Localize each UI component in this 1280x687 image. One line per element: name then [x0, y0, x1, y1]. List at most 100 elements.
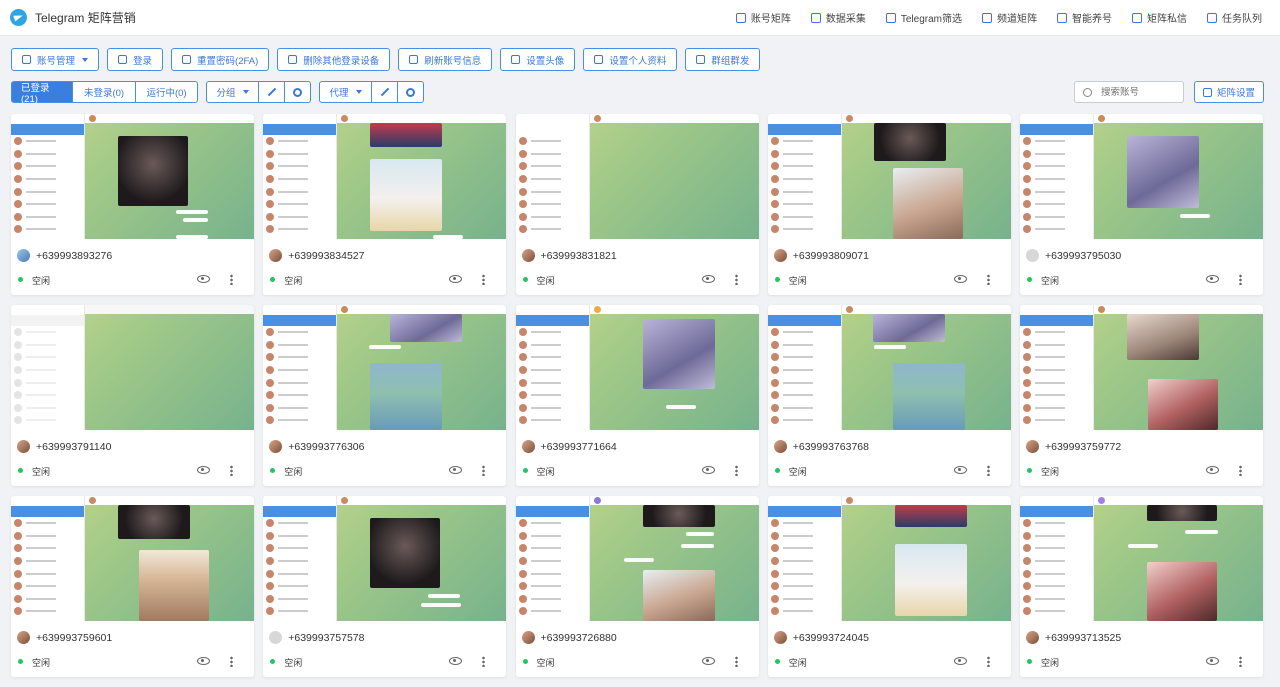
- more-icon[interactable]: [230, 465, 233, 476]
- screen-preview[interactable]: [11, 496, 254, 621]
- screen-preview[interactable]: [516, 114, 759, 239]
- account-card[interactable]: +639993724045 空闲: [768, 496, 1011, 677]
- status-dot: [1027, 659, 1032, 664]
- more-icon[interactable]: [1239, 465, 1242, 476]
- screen-preview[interactable]: [516, 305, 759, 430]
- account-card[interactable]: +639993893276 空闲: [11, 114, 254, 295]
- eye-icon[interactable]: [954, 275, 967, 283]
- avatar: [522, 249, 535, 262]
- refresh-info-button[interactable]: 刷新账号信息: [398, 48, 492, 71]
- screen-preview[interactable]: [1020, 305, 1263, 430]
- screen-preview[interactable]: [11, 114, 254, 239]
- more-icon[interactable]: [482, 274, 485, 285]
- nav-smart-nurture[interactable]: 智能养号: [1047, 0, 1122, 36]
- eye-icon[interactable]: [702, 657, 715, 665]
- screen-preview[interactable]: [516, 496, 759, 621]
- nav-data-collection[interactable]: 数据采集: [801, 0, 876, 36]
- set-profile-button[interactable]: 设置个人资料: [583, 48, 677, 71]
- top-bar: Telegram 矩阵营销 账号矩阵 数据采集 Telegram筛选 频道矩阵 …: [0, 0, 1280, 36]
- nav-telegram-filter[interactable]: Telegram筛选: [876, 0, 972, 36]
- screen-preview[interactable]: [768, 305, 1011, 430]
- screen-preview[interactable]: [768, 496, 1011, 621]
- eye-icon[interactable]: [954, 466, 967, 474]
- group-select[interactable]: 分组: [206, 81, 259, 103]
- eye-icon[interactable]: [1206, 466, 1219, 474]
- account-card[interactable]: +639993713525 空闲: [1020, 496, 1263, 677]
- account-card[interactable]: +639993809071 空闲: [768, 114, 1011, 295]
- account-info: +639993776306 空闲: [263, 430, 506, 486]
- proxy-edit-button[interactable]: [371, 81, 398, 103]
- reset-2fa-button[interactable]: 重置密码(2FA): [171, 48, 269, 71]
- tab-not-logged-in[interactable]: 未登录(0): [72, 81, 136, 103]
- eye-icon[interactable]: [197, 657, 210, 665]
- account-card[interactable]: +639993834527 空闲: [263, 114, 506, 295]
- login-button[interactable]: 登录: [107, 48, 163, 71]
- status-label: 空闲: [1041, 465, 1059, 478]
- eye-icon[interactable]: [1206, 275, 1219, 283]
- proxy-select[interactable]: 代理: [319, 81, 372, 103]
- eye-icon[interactable]: [1206, 657, 1219, 665]
- eye-icon[interactable]: [449, 275, 462, 283]
- account-card[interactable]: +639993776306 空闲: [263, 305, 506, 486]
- screen-preview[interactable]: [263, 305, 506, 430]
- screen-preview[interactable]: [11, 305, 254, 430]
- more-icon[interactable]: [482, 656, 485, 667]
- nav-matrix-message[interactable]: 矩阵私信: [1122, 0, 1197, 36]
- account-card[interactable]: +639993831821 空闲: [516, 114, 759, 295]
- more-icon[interactable]: [1239, 656, 1242, 667]
- matrix-settings-button[interactable]: 矩阵设置: [1194, 81, 1264, 103]
- more-icon[interactable]: [230, 274, 233, 285]
- phone-number: +639993795030: [1045, 250, 1121, 262]
- more-icon[interactable]: [482, 465, 485, 476]
- tab-running[interactable]: 运行中(0): [135, 81, 198, 103]
- eye-icon[interactable]: [449, 657, 462, 665]
- status-label: 空闲: [1041, 274, 1059, 287]
- status-dot: [1027, 277, 1032, 282]
- account-card[interactable]: +639993763768 空闲: [768, 305, 1011, 486]
- shield-icon: [182, 55, 191, 64]
- set-avatar-button[interactable]: 设置头像: [500, 48, 575, 71]
- more-icon[interactable]: [987, 465, 990, 476]
- eye-icon[interactable]: [449, 466, 462, 474]
- eye-icon[interactable]: [197, 466, 210, 474]
- proxy-settings-button[interactable]: [397, 81, 424, 103]
- more-icon[interactable]: [735, 465, 738, 476]
- button-label: 删除其他登录设备: [303, 53, 379, 67]
- account-card[interactable]: +639993759601 空闲: [11, 496, 254, 677]
- screen-preview[interactable]: [1020, 114, 1263, 239]
- more-icon[interactable]: [230, 656, 233, 667]
- eye-icon[interactable]: [702, 466, 715, 474]
- nav-account-matrix[interactable]: 账号矩阵: [726, 0, 801, 36]
- nav-channel-matrix[interactable]: 频道矩阵: [972, 0, 1047, 36]
- search-input[interactable]: [1101, 87, 1181, 98]
- eye-icon[interactable]: [702, 275, 715, 283]
- nav-task-queue[interactable]: 任务队列: [1197, 0, 1272, 36]
- group-broadcast-button[interactable]: 群组群发: [685, 48, 760, 71]
- nav-label: 任务队列: [1222, 10, 1262, 25]
- screen-preview[interactable]: [768, 114, 1011, 239]
- more-icon[interactable]: [1239, 274, 1242, 285]
- account-card[interactable]: +639993795030 空闲: [1020, 114, 1263, 295]
- screen-preview[interactable]: [263, 114, 506, 239]
- eye-icon[interactable]: [197, 275, 210, 283]
- account-manage-button[interactable]: 账号管理: [11, 48, 99, 71]
- more-icon[interactable]: [735, 274, 738, 285]
- screen-preview[interactable]: [1020, 496, 1263, 621]
- group-edit-button[interactable]: [258, 81, 285, 103]
- more-icon[interactable]: [735, 656, 738, 667]
- group-settings-button[interactable]: [284, 81, 311, 103]
- status-tabs: 已登录(21) 未登录(0) 运行中(0): [11, 81, 198, 103]
- account-card[interactable]: +639993791140 空闲: [11, 305, 254, 486]
- remove-devices-button[interactable]: 删除其他登录设备: [277, 48, 390, 71]
- avatar: [17, 249, 30, 262]
- eye-icon[interactable]: [954, 657, 967, 665]
- account-card[interactable]: +639993726880 空闲: [516, 496, 759, 677]
- more-icon[interactable]: [987, 656, 990, 667]
- account-card[interactable]: +639993771664 空闲: [516, 305, 759, 486]
- more-icon[interactable]: [987, 274, 990, 285]
- status-label: 空闲: [789, 465, 807, 478]
- tab-logged-in[interactable]: 已登录(21): [11, 81, 73, 103]
- account-card[interactable]: +639993757578 空闲: [263, 496, 506, 677]
- account-card[interactable]: +639993759772 空闲: [1020, 305, 1263, 486]
- screen-preview[interactable]: [263, 496, 506, 621]
